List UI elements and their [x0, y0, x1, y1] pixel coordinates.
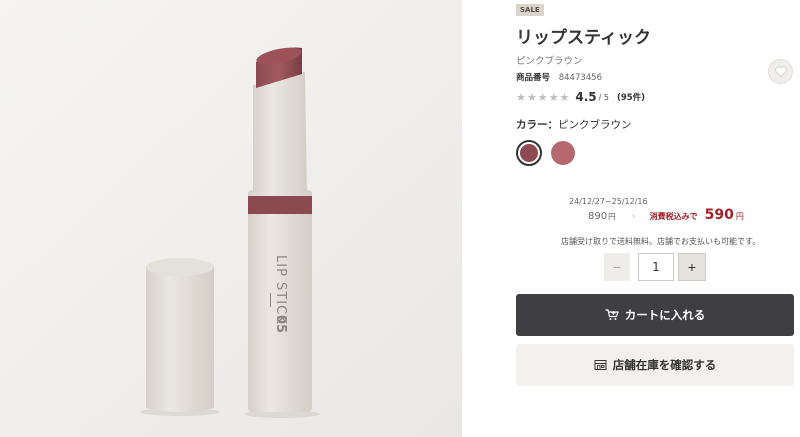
quantity-decrease-button[interactable]: − — [604, 253, 630, 281]
check-store-stock-label: 店舗在庫を確認する — [612, 358, 717, 372]
color-label: カラー： — [516, 119, 558, 131]
add-to-cart-label: カートに入れる — [624, 308, 706, 322]
favorite-button[interactable] — [768, 59, 793, 84]
chevron-right-icon: › — [631, 211, 636, 222]
star-icon: ★ — [516, 90, 526, 104]
cart-icon — [605, 309, 619, 321]
check-store-stock-button[interactable]: 店舗在庫を確認する — [516, 344, 794, 386]
color-swatch-rose[interactable] — [551, 141, 575, 165]
product-info-panel: SALE リップスティック ピンクブラウン 商品番号 84473456 ★ ★ … — [516, 0, 794, 437]
product-code-row: 商品番号 84473456 — [516, 71, 602, 83]
sale-period: 24/12/27~25/12/16 — [569, 197, 648, 206]
sale-badge: SALE — [516, 4, 544, 16]
swatch-color — [520, 144, 538, 162]
lipstick-photo — [0, 0, 462, 437]
lipstick-label-brand: LIP STICK — [273, 255, 288, 325]
lipstick-label-number: 05 — [273, 315, 288, 334]
add-to-cart-button[interactable]: カートに入れる — [516, 294, 794, 336]
quantity-increase-button[interactable]: + — [678, 253, 706, 281]
star-icon: ★ — [548, 90, 559, 104]
currency-unit: 円 — [735, 212, 744, 221]
lipstick-label-divider — [270, 293, 271, 307]
product-code-value: 84473456 — [558, 73, 602, 83]
product-code-label: 商品番号 — [516, 73, 551, 83]
star-icon: ★ — [537, 90, 548, 104]
store-icon — [594, 359, 607, 371]
rating-value: 4.5 — [575, 90, 597, 104]
product-title: リップスティック — [516, 28, 651, 48]
star-icon: ★ — [526, 90, 537, 104]
price-row: 890 円 › 消費税込みで 590 円 — [588, 207, 744, 225]
review-count-link[interactable]: (95件) — [617, 91, 645, 103]
color-swatch-pink-brown[interactable] — [516, 140, 542, 166]
tax-included-label: 消費税込みで — [649, 212, 698, 221]
heart-icon — [774, 66, 787, 77]
sale-price: 590 — [704, 207, 734, 223]
currency-unit: 円 — [608, 212, 616, 221]
product-color-subtitle: ピンクブラウン — [516, 56, 583, 67]
color-row: カラー：ピンクブラウン — [516, 117, 632, 132]
star-half-icon: ★ — [559, 90, 570, 104]
rating-max: / 5 — [598, 92, 609, 102]
rating-stars: ★ ★ ★ ★ ★ — [516, 92, 569, 103]
original-price: 890 — [588, 211, 608, 222]
rating-row[interactable]: ★ ★ ★ ★ ★ 4.5 / 5 (95件) — [516, 89, 645, 105]
shipping-notice: 店舗受け取りで送料無料。店舗でお支払いも可能です。 — [561, 237, 761, 246]
color-value: ピンクブラウン — [558, 119, 632, 131]
quantity-input[interactable]: 1 — [638, 253, 674, 281]
product-image: LIP STICK 05 — [0, 0, 462, 437]
